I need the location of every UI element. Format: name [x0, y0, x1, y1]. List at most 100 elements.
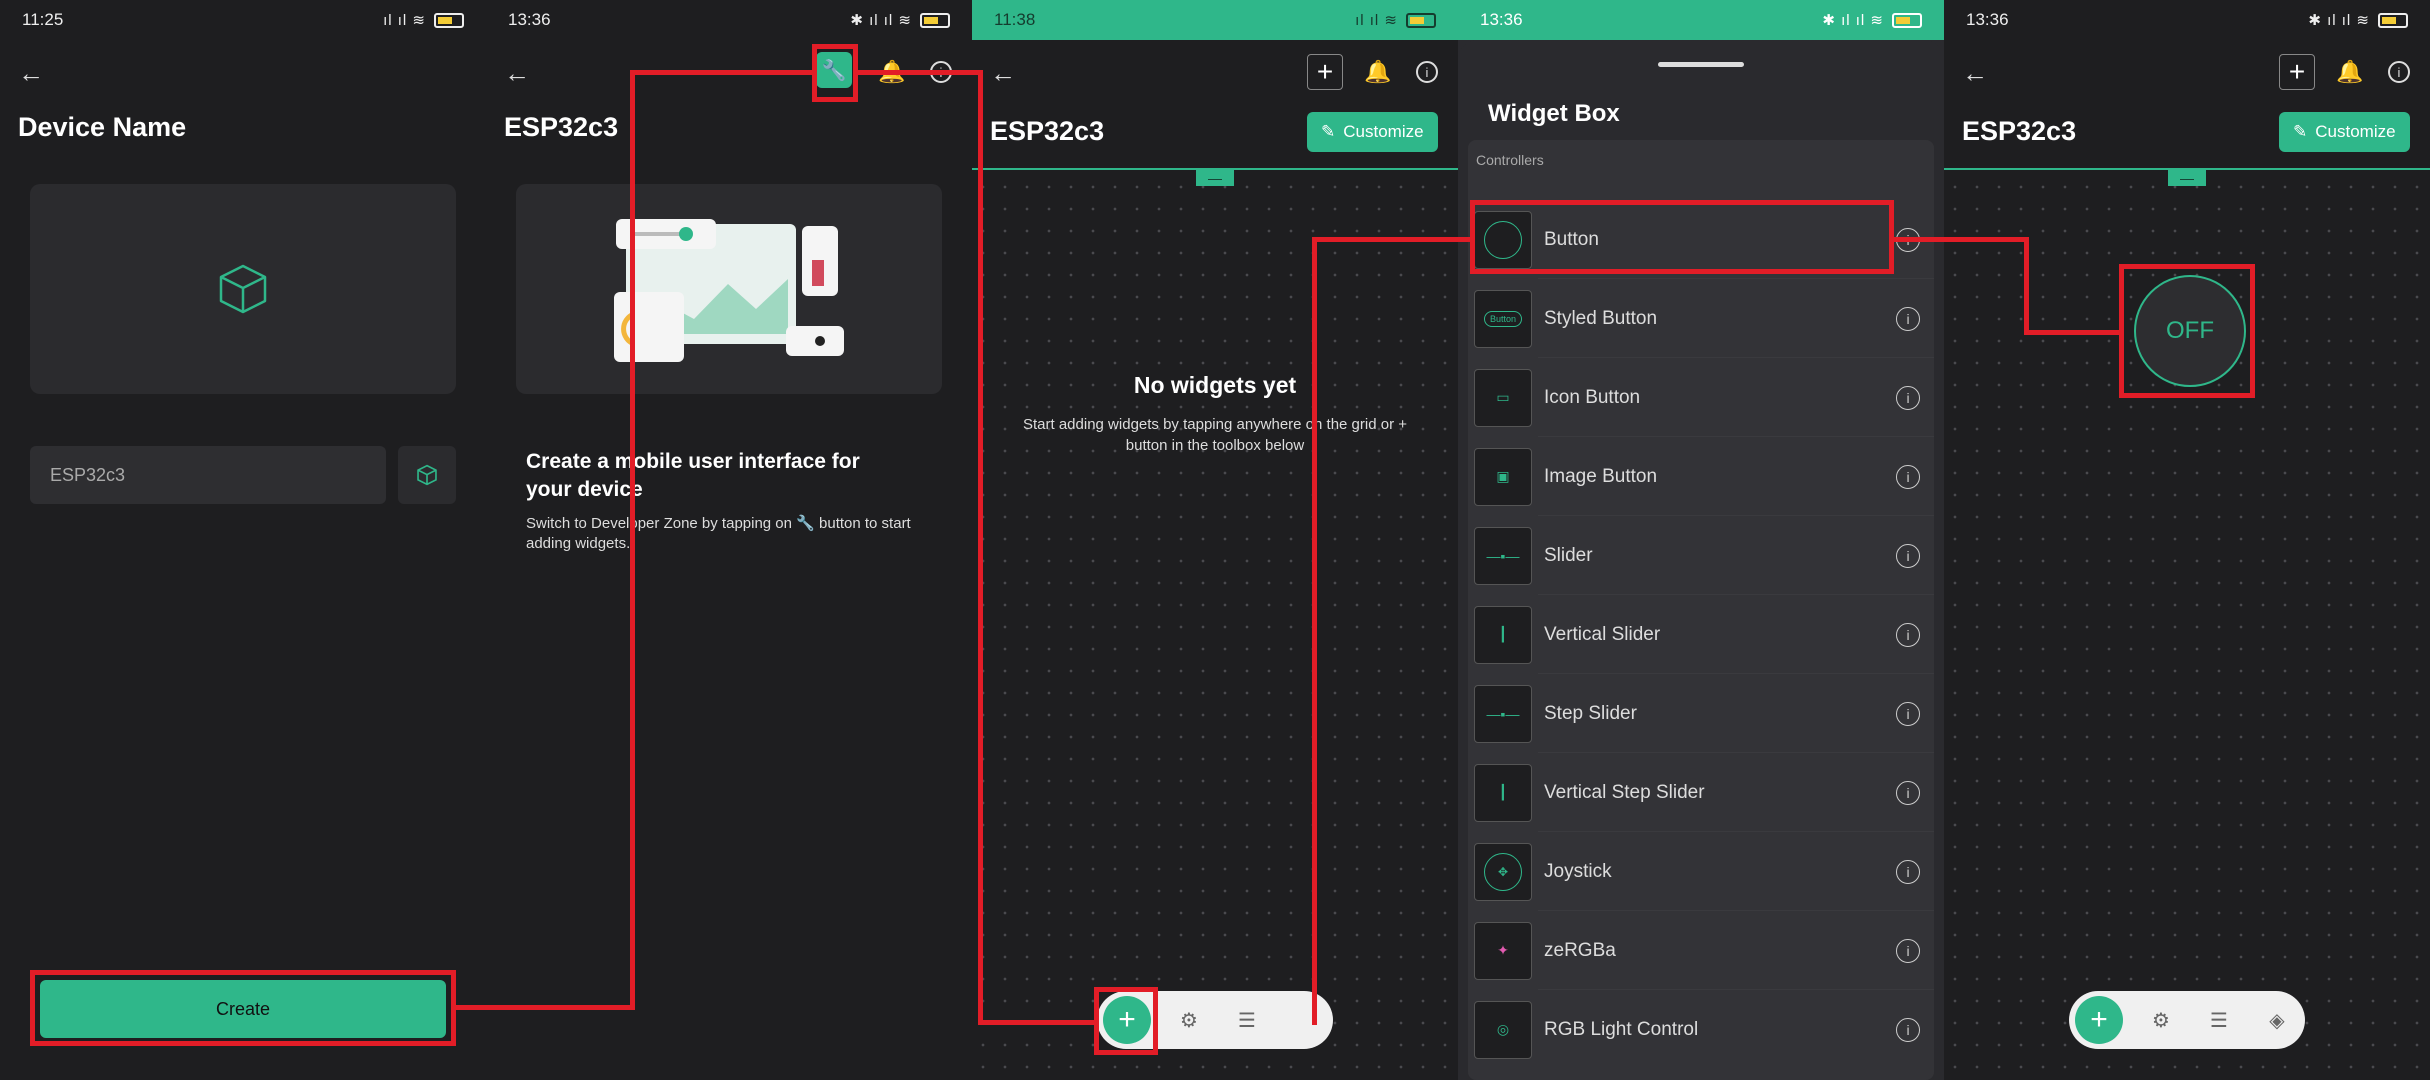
- collapse-handle[interactable]: —: [2168, 170, 2206, 186]
- device-name-input[interactable]: ESP32c3: [30, 446, 386, 504]
- info-icon[interactable]: i: [2381, 54, 2417, 90]
- layers-icon[interactable]: ◈: [2257, 1000, 2297, 1040]
- info-icon[interactable]: i: [1896, 781, 1920, 805]
- battery-icon: [1892, 12, 1922, 28]
- back-arrow-icon[interactable]: ←: [18, 58, 44, 89]
- collapse-handle[interactable]: —: [1196, 170, 1234, 186]
- connector-line: [978, 1020, 1094, 1025]
- widget-item-rgb-light-control[interactable]: ◎ RGB Light Control i: [1468, 990, 1934, 1069]
- info-icon[interactable]: i: [1896, 860, 1920, 884]
- highlight-wrench: [812, 44, 858, 102]
- empty-heading: Create a mobile user interface for your …: [526, 450, 860, 501]
- status-time: 13:36: [508, 10, 551, 29]
- bell-icon[interactable]: 🔔: [1360, 54, 1396, 90]
- widget-item-vertical-slider[interactable]: ┃ Vertical Slider i: [1468, 595, 1934, 674]
- widget-box-title: Widget Box: [1488, 100, 1620, 127]
- highlight-create: [30, 970, 456, 1046]
- info-icon[interactable]: i: [1896, 307, 1920, 331]
- rgb-light-icon: ◎: [1474, 1000, 1532, 1059]
- empty-body: Switch to Developer Zone by tapping on 🔧…: [526, 515, 911, 552]
- info-icon[interactable]: i: [1896, 702, 1920, 726]
- widget-item-zergba[interactable]: ✦ zeRGBa i: [1468, 911, 1934, 990]
- connector-line: [630, 70, 812, 75]
- status-bar: 11:25 ıl ıl ≋: [0, 0, 486, 40]
- screen-developer-with-button[interactable]: 13:36 ✱ ıl ıl ≋ ← + 🔔 i ESP32c3 ✎ Customi…: [1944, 0, 2430, 1080]
- add-widget-icon[interactable]: +: [2279, 54, 2315, 90]
- screen-device-empty: 13:36 ✱ ıl ıl ≋ ← 🔧 🔔 i ESP32c3 Create a…: [486, 0, 972, 1080]
- sliders-icon[interactable]: ☰: [1227, 1000, 1267, 1040]
- step-slider-icon: —▪—: [1474, 684, 1532, 743]
- connector-line: [456, 1005, 634, 1010]
- widget-item-image-button[interactable]: ▣ Image Button i: [1468, 437, 1934, 516]
- info-icon[interactable]: i: [1896, 1018, 1920, 1042]
- battery-icon: [434, 12, 464, 28]
- widget-item-step-slider[interactable]: —▪— Step Slider i: [1468, 674, 1934, 753]
- bell-icon[interactable]: 🔔: [2332, 54, 2368, 90]
- device-image-placeholder[interactable]: [30, 184, 456, 394]
- back-arrow-icon[interactable]: ←: [1962, 58, 1988, 89]
- widget-item-icon-button[interactable]: ▭ Icon Button i: [1468, 358, 1934, 437]
- screen-widget-box: 13:36 ✱ ıl ıl ≋ Widget Box Controllers B…: [1458, 0, 1944, 1080]
- info-icon[interactable]: i: [1409, 54, 1445, 90]
- highlight-button-widget: [2119, 264, 2255, 398]
- empty-body: Start adding widgets by tapping anywhere…: [1023, 416, 1407, 454]
- info-icon[interactable]: i: [1896, 465, 1920, 489]
- status-bar: 13:36 ✱ ıl ıl ≋: [1458, 0, 1944, 40]
- widget-item-styled-button[interactable]: Button Styled Button i: [1468, 279, 1934, 358]
- info-icon[interactable]: i: [1896, 623, 1920, 647]
- widget-item-joystick[interactable]: ✥ Joystick i: [1468, 832, 1934, 911]
- back-arrow-icon[interactable]: ←: [990, 58, 1016, 89]
- joystick-icon: ✥: [1474, 842, 1532, 901]
- cube-icon: [219, 264, 267, 314]
- device-title: ESP32c3: [1962, 116, 2077, 146]
- info-icon[interactable]: i: [1896, 939, 1920, 963]
- status-time: 11:25: [22, 10, 64, 29]
- back-arrow-icon[interactable]: ←: [504, 58, 530, 89]
- status-bar: 11:38 ıl ıl ≋: [972, 0, 1458, 40]
- widget-item-slider[interactable]: —▪— Slider i: [1468, 516, 1934, 595]
- template-button[interactable]: [398, 446, 456, 504]
- sheet-handle[interactable]: [1658, 62, 1744, 67]
- signal-icon: ✱ ıl ıl ≋: [850, 12, 912, 29]
- customize-button[interactable]: ✎ Customize: [2279, 112, 2410, 152]
- image-button-icon: ▣: [1474, 447, 1532, 506]
- battery-icon: [920, 12, 950, 28]
- status-bar: 13:36 ✱ ıl ıl ≋: [486, 0, 972, 40]
- status-bar: 13:36 ✱ ıl ıl ≋: [1944, 0, 2430, 40]
- toolbox: + ⚙ ☰ ◈: [2069, 991, 2305, 1049]
- signal-icon: ıl ıl ≋: [383, 12, 426, 29]
- connector-line: [1312, 237, 1470, 242]
- highlight-add: [1094, 987, 1158, 1055]
- info-icon[interactable]: i: [1896, 386, 1920, 410]
- gear-icon[interactable]: ⚙: [2141, 1000, 2181, 1040]
- widget-list: Buttoni ButtonStyled Buttoni ▭Icon Butto…: [1468, 200, 1934, 1069]
- signal-icon: ıl ıl ≋: [1355, 12, 1398, 29]
- empty-title: No widgets yet: [1133, 372, 1297, 398]
- connector-line: [858, 70, 982, 75]
- screen-developer-empty[interactable]: 11:38 ıl ıl ≋ ← + 🔔 i ESP32c3 ✎ Customize…: [972, 0, 1458, 1080]
- add-widget-icon[interactable]: +: [1307, 54, 1343, 90]
- add-widget-button[interactable]: +: [2075, 996, 2123, 1044]
- status-time: 13:36: [1966, 10, 2009, 29]
- cube-icon: [417, 464, 437, 486]
- section-label: Controllers: [1476, 152, 1544, 168]
- info-icon[interactable]: i: [1896, 544, 1920, 568]
- gear-icon[interactable]: ⚙: [1169, 1000, 1209, 1040]
- magic-wand-icon: ✎: [2293, 122, 2308, 141]
- connector-line: [2024, 237, 2029, 333]
- connector-line: [1894, 237, 2028, 242]
- battery-icon: [2378, 12, 2408, 28]
- connector-line: [630, 70, 635, 1010]
- connector-line: [2024, 330, 2122, 335]
- screen-device-name: 11:25 ıl ıl ≋ ← Device Name ESP32c3 Crea…: [0, 0, 486, 1080]
- dashboard-illustration: [614, 219, 844, 362]
- customize-button[interactable]: ✎ Customize: [1307, 112, 1438, 152]
- widget-item-vertical-step-slider[interactable]: ┃ Vertical Step Slider i: [1468, 753, 1934, 832]
- illustration-card: [516, 184, 942, 394]
- vertical-slider-icon: ┃: [1474, 605, 1532, 664]
- sliders-icon[interactable]: ☰: [2199, 1000, 2239, 1040]
- vertical-step-slider-icon: ┃: [1474, 763, 1532, 822]
- connector-line: [1312, 237, 1317, 1025]
- battery-icon: [1406, 12, 1436, 28]
- magic-wand-icon: ✎: [1321, 122, 1336, 141]
